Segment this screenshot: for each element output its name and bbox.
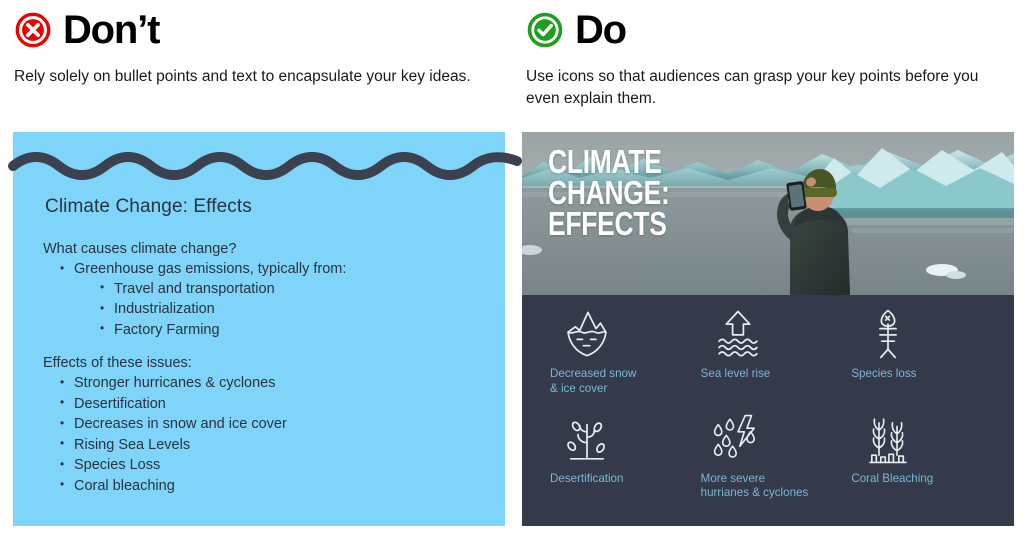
icon-cell-sea-level: Sea level rise	[693, 307, 844, 412]
do-title: Do	[575, 8, 627, 52]
icon-label: Decreased snow & ice cover	[550, 367, 637, 395]
icon-grid: Decreased snow & ice cover Sea level ris…	[522, 295, 1014, 526]
icon-cell-decreased-snow: Decreased snow & ice cover	[542, 307, 693, 412]
icon-cell-coral-bleaching: Coral Bleaching	[843, 412, 994, 517]
dont-slide: Climate Change: Effects What causes clim…	[8, 132, 522, 526]
slide-heading: Climate Change: Effects	[45, 196, 252, 217]
causes-sub-list: Travel and transportation Industrializat…	[74, 279, 346, 340]
list-item: Rising Sea Levels	[60, 435, 287, 455]
list-item: Greenhouse gas emissions, typically from…	[60, 260, 346, 340]
dont-column: Don’t Rely solely on bullet points and t…	[0, 0, 522, 542]
iceberg-icon	[567, 311, 607, 357]
bullet-text: Greenhouse gas emissions, typically from…	[74, 261, 347, 278]
circle-check-icon	[527, 12, 563, 48]
fish-bones-icon	[879, 309, 898, 359]
coral-icon	[869, 417, 908, 463]
comparison-page: Don’t Rely solely on bullet points and t…	[0, 0, 1024, 542]
effects-lead: Effects of these issues:	[43, 355, 192, 371]
effects-bullet-list: Stronger hurricanes & cyclones Desertifi…	[43, 374, 287, 496]
list-item: Industrialization	[100, 300, 346, 319]
icon-cell-species-loss: Species loss	[843, 307, 994, 412]
do-subtitle: Use icons so that audiences can grasp yo…	[526, 68, 979, 107]
glacier-photo: CLIMATE CHANGE: EFFECTS	[522, 132, 1014, 295]
icon-cell-desertification: Desertification	[542, 412, 693, 517]
sea-level-icon	[717, 310, 758, 357]
circle-x-icon	[15, 12, 51, 48]
do-header: Do	[526, 8, 627, 52]
list-item: Stronger hurricanes & cyclones	[60, 374, 287, 393]
icon-label: Sea level rise	[700, 367, 771, 380]
do-slide: CLIMATE CHANGE: EFFECTS Decreased snow &…	[522, 132, 1014, 526]
dont-subtitle: Rely solely on bullet points and text to…	[14, 68, 471, 85]
causes-bullet-list: Greenhouse gas emissions, typically from…	[43, 260, 346, 340]
dont-title: Don’t	[63, 8, 160, 52]
effects-block: Effects of these issues: Stronger hurric…	[43, 354, 287, 497]
icon-label: Species loss	[851, 367, 917, 380]
causes-block: What causes climate change? Greenhouse g…	[43, 240, 346, 341]
dont-header: Don’t	[14, 8, 160, 52]
causes-lead: What causes climate change?	[43, 241, 237, 257]
list-item: Desertification	[60, 394, 287, 414]
wave-divider-icon	[8, 152, 522, 180]
icon-cell-severe-storms: More severe hurrianes & cyclones	[693, 412, 844, 517]
bare-tree-icon	[567, 420, 605, 460]
list-item: Travel and transportation	[100, 279, 346, 299]
icon-label: Coral Bleaching	[851, 471, 934, 485]
list-item: Coral bleaching	[60, 476, 287, 496]
list-item: Species Loss	[60, 456, 287, 475]
photo-headline: CLIMATE CHANGE: EFFECTS	[548, 143, 670, 243]
icon-label: Desertification	[550, 471, 624, 485]
list-item: Factory Farming	[100, 320, 346, 340]
storm-rain-icon	[713, 414, 755, 458]
icon-label: More severe hurrianes & cyclones	[700, 471, 809, 500]
do-column: Do Use icons so that audiences can grasp…	[512, 0, 1024, 542]
list-item: Decreases in snow and ice cover	[60, 415, 287, 434]
